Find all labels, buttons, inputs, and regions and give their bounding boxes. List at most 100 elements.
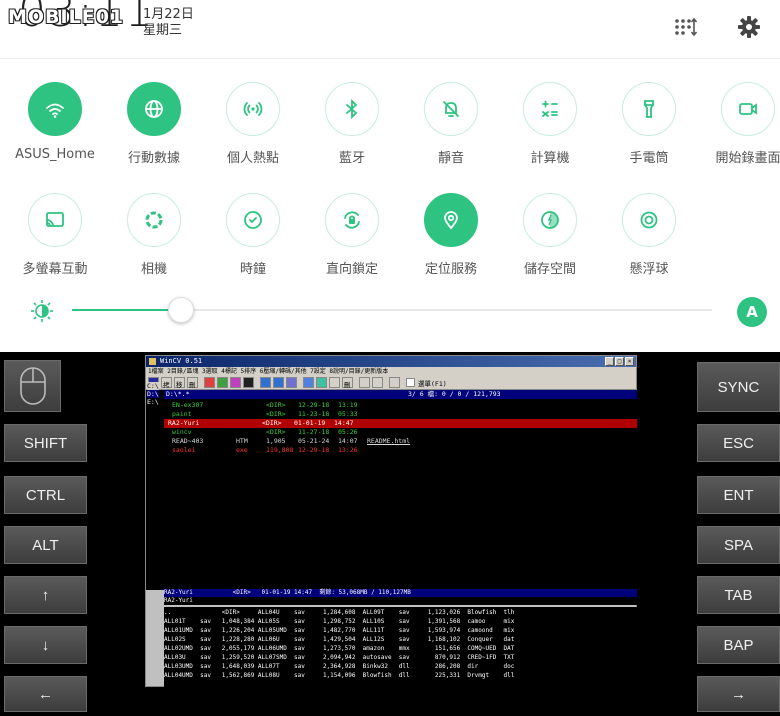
rotation-lock-icon: [344, 211, 360, 229]
tile-clock[interactable]: 時鐘: [208, 193, 298, 277]
maximize-icon[interactable]: □: [615, 357, 624, 366]
tile-circle[interactable]: [28, 82, 82, 136]
tile-circle[interactable]: [523, 82, 577, 136]
tool-violet-icon[interactable]: [286, 377, 297, 388]
lower-file-row[interactable]: ALL03U sav 1,259,520 ALL07SMD sav 2,094,…: [164, 654, 514, 662]
brightness-slider[interactable]: [72, 297, 712, 323]
lower-file-row[interactable]: .. <DIR> ALL04U sav 1,284,608 ALL09T sav…: [164, 609, 514, 617]
menu-checkbox[interactable]: [406, 378, 415, 387]
close-icon[interactable]: ×: [625, 357, 634, 366]
menu-bar[interactable]: 1檔案 2目錄/區塊 3選取 4標記 5排序 6壓縮/轉碼/其他 7設定 8說明…: [146, 367, 636, 376]
flashlight-icon: [644, 100, 654, 118]
move-button[interactable]: 移: [174, 377, 185, 389]
lower-file-row[interactable]: ALL02UMD sav 2,055,179 ALL06UMD sav 1,27…: [164, 645, 514, 653]
tile-label: 行動數據: [127, 151, 180, 166]
tile-camera[interactable]: 相機: [109, 193, 199, 277]
key-button-left-1[interactable]: CTRL: [4, 476, 87, 514]
brightness-slider-thumb[interactable]: [167, 297, 194, 323]
key-button-left-3[interactable]: ↑: [4, 576, 87, 614]
tile-location[interactable]: 定位服務: [406, 193, 496, 277]
tile-flashlight[interactable]: 手電筒: [604, 82, 694, 166]
tool-x-icon[interactable]: [329, 377, 340, 388]
file-list[interactable]: EN-ex307 <DIR> 12-29-18 13:19 paint <DIR> 11-2…: [164, 399, 637, 589]
tile-circle[interactable]: [127, 193, 181, 247]
key-button-right-5[interactable]: BAP: [697, 626, 780, 664]
tile-circle[interactable]: [28, 193, 82, 247]
copy-button[interactable]: 拷: [161, 377, 172, 389]
wincv-window[interactable]: WinCV 0.51 _ □ × 1檔案 2目錄/區塊 3選取 4標記 5排序 …: [145, 355, 637, 687]
tile-label: 靜音: [437, 151, 464, 166]
delete-button[interactable]: 刪: [187, 377, 198, 389]
key-button-right-3[interactable]: SPA: [697, 526, 780, 564]
key-button-right-4[interactable]: TAB: [697, 576, 780, 614]
key-button-left-4[interactable]: ↓: [4, 626, 87, 664]
file-row[interactable]: RA2-Yuri <DIR> 01-01-19 14:47: [164, 419, 637, 428]
tool-delete-button[interactable]: 刪: [342, 377, 353, 389]
tile-hotspot[interactable]: 個人熱點: [208, 82, 298, 166]
file-size: <DIR>: [266, 410, 286, 418]
float-ball-icon: [640, 211, 658, 229]
tile-video[interactable]: 開始錄畫面: [703, 82, 780, 166]
tile-circle[interactable]: [127, 82, 181, 136]
key-button-right-6[interactable]: →: [697, 676, 780, 712]
tool-blue2-icon[interactable]: [273, 377, 284, 388]
drive-e[interactable]: E:\: [147, 398, 159, 406]
cast-icon: [46, 212, 64, 227]
video-icon: [739, 103, 757, 115]
tile-rotation-lock[interactable]: 直向鎖定: [307, 193, 397, 277]
window-titlebar[interactable]: WinCV 0.51 _ □ ×: [146, 356, 636, 367]
tool-window-icon[interactable]: [303, 377, 314, 388]
edit-tiles-icon[interactable]: [672, 14, 698, 40]
settings-gear-icon[interactable]: [736, 14, 762, 40]
tile-circle[interactable]: [622, 82, 676, 136]
lower-file-row[interactable]: ALL02S sav 1,228,280 ALL06U sav 1,429,50…: [164, 636, 514, 644]
tile-circle[interactable]: [424, 193, 478, 247]
arrow-up-icon[interactable]: [359, 377, 370, 388]
lower-file-row[interactable]: ALL01T sav 1,048,384 ALL05S sav 1,298,75…: [164, 618, 514, 626]
file-date: 05-21-24: [298, 437, 330, 445]
key-button-right-1[interactable]: ESC: [697, 424, 780, 462]
tile-circle[interactable]: [325, 193, 379, 247]
auto-brightness-button[interactable]: A: [737, 297, 767, 327]
menu-label: 選單(F1): [418, 380, 447, 388]
key-button-left-5[interactable]: ←: [4, 676, 87, 712]
tool-dark-icon[interactable]: [243, 377, 254, 388]
tile-circle[interactable]: [325, 82, 379, 136]
drive-d[interactable]: D:\: [147, 390, 159, 398]
lower-file-row[interactable]: ALL01UMD sav 1,226,204 ALL05UMD sav 1,48…: [164, 627, 514, 635]
tile-float-ball[interactable]: 懸浮球: [604, 193, 694, 277]
tile-circle[interactable]: [424, 82, 478, 136]
lower-file-list[interactable]: .. <DIR> ALL04U sav 1,284,608 ALL09T sav…: [164, 607, 637, 687]
mouse-button[interactable]: [4, 360, 61, 412]
tool-green-icon[interactable]: [217, 377, 228, 388]
tile-globe[interactable]: 行動數據: [109, 82, 199, 166]
tile-circle[interactable]: [226, 82, 280, 136]
tool-purple-icon[interactable]: [230, 377, 241, 388]
tile-bell-off[interactable]: 靜音: [406, 82, 496, 166]
tile-storage[interactable]: 儲存空間: [505, 193, 595, 277]
tile-circle[interactable]: [622, 193, 676, 247]
delete-label: 刪: [189, 381, 196, 389]
tile-calculator[interactable]: 計算機: [505, 82, 595, 166]
lower-file-row[interactable]: ALL03UMD sav 1,648,039 ALL07T sav 2,364,…: [164, 663, 514, 671]
tool-check-icon[interactable]: [316, 377, 327, 388]
tile-circle[interactable]: [226, 193, 280, 247]
current-path: D:\*.*: [166, 390, 190, 398]
arrow-down-icon[interactable]: [372, 377, 383, 388]
drive-c[interactable]: C:\: [147, 382, 159, 390]
minimize-icon[interactable]: _: [605, 357, 614, 366]
key-button-right-2[interactable]: ENT: [697, 476, 780, 514]
tool-misc-icon[interactable]: [389, 377, 400, 388]
tile-wifi[interactable]: ASUS_Home: [10, 82, 100, 162]
key-button-right-0[interactable]: SYNC: [697, 362, 780, 412]
tile-bluetooth[interactable]: 藍牙: [307, 82, 397, 166]
tool-blue-icon[interactable]: [260, 377, 271, 388]
wifi-icon: [46, 103, 64, 118]
tile-circle[interactable]: [721, 82, 775, 136]
key-button-left-0[interactable]: SHIFT: [4, 424, 87, 462]
lower-file-row[interactable]: ALL04UMD sav 1,562,869 ALL08U sav 1,154,…: [164, 672, 514, 680]
tile-cast[interactable]: 多螢幕互動: [10, 193, 100, 277]
tile-circle[interactable]: [523, 193, 577, 247]
key-button-left-2[interactable]: ALT: [4, 526, 87, 564]
tool-red-icon[interactable]: [204, 377, 215, 388]
